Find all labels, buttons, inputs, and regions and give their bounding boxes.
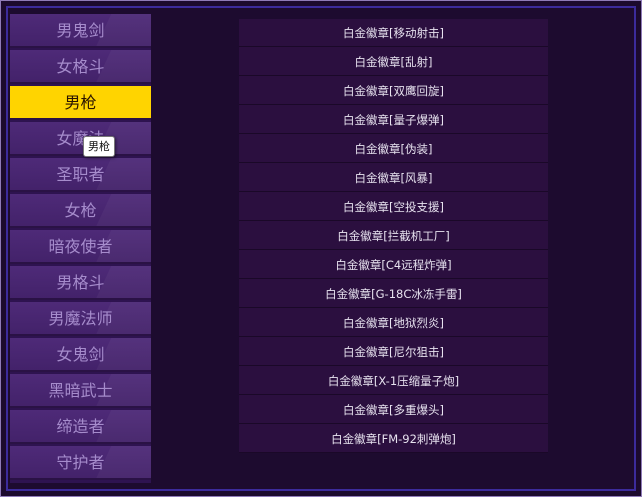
badge-list-item[interactable]: 白金徽章[量子爆弹] bbox=[239, 106, 548, 134]
class-item-label: 黑暗武士 bbox=[48, 381, 113, 400]
class-sidebar: 男鬼剑 女格斗 男枪 女魔法 圣职者 女枪 暗夜使者 男格斗 男魔法师 女鬼剑 … bbox=[10, 14, 151, 483]
class-item-female-fighter[interactable]: 女格斗 bbox=[10, 50, 151, 84]
class-item-label: 女鬼剑 bbox=[56, 345, 105, 364]
badge-list-item[interactable]: 白金徽章[空投支援] bbox=[239, 193, 548, 221]
badge-list-item[interactable]: 白金徽章[双鹰回旋] bbox=[239, 77, 548, 105]
class-item-female-slayer[interactable]: 女鬼剑 bbox=[10, 338, 151, 372]
class-item-label: 圣职者 bbox=[56, 165, 105, 184]
class-item-thief[interactable]: 暗夜使者 bbox=[10, 230, 151, 264]
badge-list-item[interactable]: 白金徽章[C4远程炸弹] bbox=[239, 251, 548, 279]
badge-list-item[interactable]: 白金徽章[风暴] bbox=[239, 164, 548, 192]
class-item-priest[interactable]: 圣职者 bbox=[10, 158, 151, 192]
badge-list-item[interactable]: 白金徽章[X-1压缩量子炮] bbox=[239, 367, 548, 395]
class-item-dark-knight[interactable]: 黑暗武士 bbox=[10, 374, 151, 408]
class-item-label: 缔造者 bbox=[56, 417, 105, 436]
badge-list-item[interactable]: 白金徽章[FM-92刺弹炮] bbox=[239, 425, 548, 453]
class-item-label: 守护者 bbox=[56, 453, 105, 472]
badge-list-item[interactable]: 白金徽章[地狱烈炎] bbox=[239, 309, 548, 337]
class-item-label: 男鬼剑 bbox=[56, 21, 105, 40]
class-item-male-slayer[interactable]: 男鬼剑 bbox=[10, 14, 151, 48]
class-item-label: 暗夜使者 bbox=[48, 237, 113, 256]
class-item-guardian[interactable]: 守护者 bbox=[10, 446, 151, 480]
badge-list-item[interactable]: 白金徽章[拦截机工厂] bbox=[239, 222, 548, 250]
class-item-label: 女枪 bbox=[64, 201, 97, 220]
class-item-female-mage[interactable]: 女魔法 bbox=[10, 122, 151, 156]
hover-tooltip: 男枪 bbox=[83, 136, 115, 157]
badge-list-item[interactable]: 白金徽章[伪装] bbox=[239, 135, 548, 163]
class-item-label: 女格斗 bbox=[56, 57, 105, 76]
class-item-creator[interactable]: 缔造者 bbox=[10, 410, 151, 444]
class-item-label: 男魔法师 bbox=[48, 309, 113, 328]
badge-list-item[interactable]: 白金徽章[移动射击] bbox=[239, 19, 548, 47]
badge-list-item[interactable]: 白金徽章[G-18C冰冻手雷] bbox=[239, 280, 548, 308]
badge-list-item[interactable]: 白金徽章[多重爆头] bbox=[239, 396, 548, 424]
badge-list: 白金徽章[移动射击] 白金徽章[乱射] 白金徽章[双鹰回旋] 白金徽章[量子爆弹… bbox=[239, 19, 548, 453]
badge-list-item[interactable]: 白金徽章[乱射] bbox=[239, 48, 548, 76]
class-item-label: 男枪 bbox=[64, 93, 97, 112]
class-item-male-fighter[interactable]: 男格斗 bbox=[10, 266, 151, 300]
class-item-female-gunner[interactable]: 女枪 bbox=[10, 194, 151, 228]
class-item-male-mage[interactable]: 男魔法师 bbox=[10, 302, 151, 336]
class-item-label: 男格斗 bbox=[56, 273, 105, 292]
class-item-male-gunner[interactable]: 男枪 bbox=[10, 86, 151, 120]
badge-list-item[interactable]: 白金徽章[尼尔狙击] bbox=[239, 338, 548, 366]
